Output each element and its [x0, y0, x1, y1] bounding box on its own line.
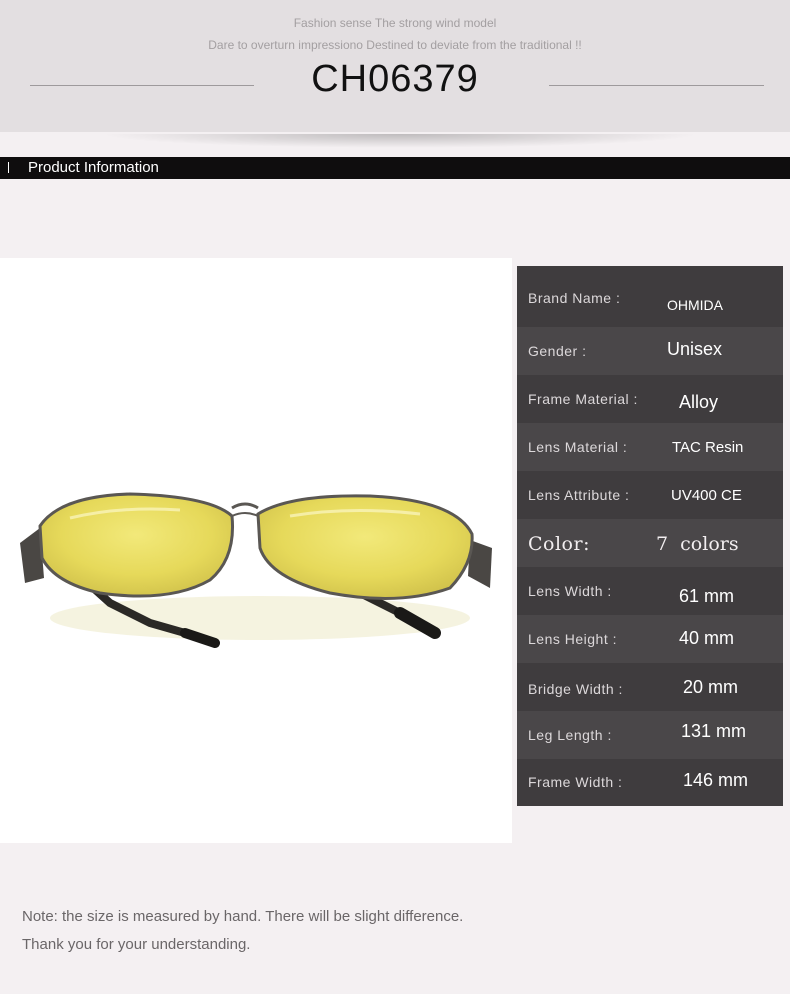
tagline-2: Dare to overturn impressiono Destined to… [208, 38, 582, 52]
spec-row-lens-attribute: Lens Attribute : UV400 CE [517, 471, 783, 519]
spec-value: 7 colors [656, 533, 739, 555]
spec-value: OHMIDA [667, 297, 723, 313]
spec-row-lens-width: Lens Width : 61 mm [517, 567, 783, 615]
spec-row-color: Color: 7 colors [517, 519, 783, 567]
spec-value: 61 mm [679, 586, 735, 606]
tagline-1: Fashion sense The strong wind model [293, 16, 497, 30]
model-number: CH06379 [311, 58, 479, 100]
spec-value: 146 mm [683, 770, 749, 790]
spec-label: Frame Material : [528, 391, 638, 407]
spec-label: Lens Attribute : [528, 487, 630, 503]
spec-label: Lens Height : [528, 631, 617, 647]
sunglasses-image [20, 492, 492, 648]
header-shadow [100, 134, 700, 148]
spec-value: Unisex [667, 339, 723, 359]
spec-label: Lens Width : [528, 583, 612, 599]
spec-value: 20 mm [683, 677, 739, 697]
spec-label: Gender : [528, 343, 587, 359]
spec-label: Brand Name : [528, 290, 621, 306]
note-line-2: Thank you for your understanding. [22, 936, 251, 953]
spec-value: UV400 CE [671, 487, 742, 504]
spec-row-brand: Brand Name : OHMIDA [517, 270, 783, 318]
spec-label: Frame Width : [528, 774, 623, 790]
spec-table: Brand Name : OHMIDA Gender : Unisex Fram… [517, 266, 783, 806]
spec-label: Leg Length : [528, 727, 612, 743]
spec-label: Lens Material : [528, 439, 628, 455]
header-banner: Fashion sense The strong wind model Dare… [0, 0, 790, 132]
section-bar: Product Information [0, 157, 790, 179]
note-line-1: Note: the size is measured by hand. Ther… [22, 908, 464, 925]
spec-row-bridge-width: Bridge Width : 20 mm [517, 663, 783, 711]
spec-row-lens-material: Lens Material : TAC Resin [517, 423, 783, 471]
spec-value: Alloy [679, 392, 719, 412]
bar-marker [8, 162, 9, 173]
spec-label: Bridge Width : [528, 681, 623, 697]
product-photo [0, 258, 512, 843]
spec-value: TAC Resin [672, 439, 744, 456]
spec-row-lens-height: Lens Height : 40 mm [517, 615, 783, 663]
spec-row-gender: Gender : Unisex [517, 327, 783, 375]
spec-row-frame-width: Frame Width : 146 mm [517, 759, 783, 807]
spec-value: 131 mm [681, 721, 747, 741]
spec-value: 40 mm [679, 628, 735, 648]
spec-label: Color: [528, 533, 590, 555]
spec-row-leg-length: Leg Length : 131 mm [517, 711, 783, 759]
section-title: Product Information [28, 159, 159, 176]
spec-row-frame-material: Frame Material : Alloy [517, 375, 783, 423]
